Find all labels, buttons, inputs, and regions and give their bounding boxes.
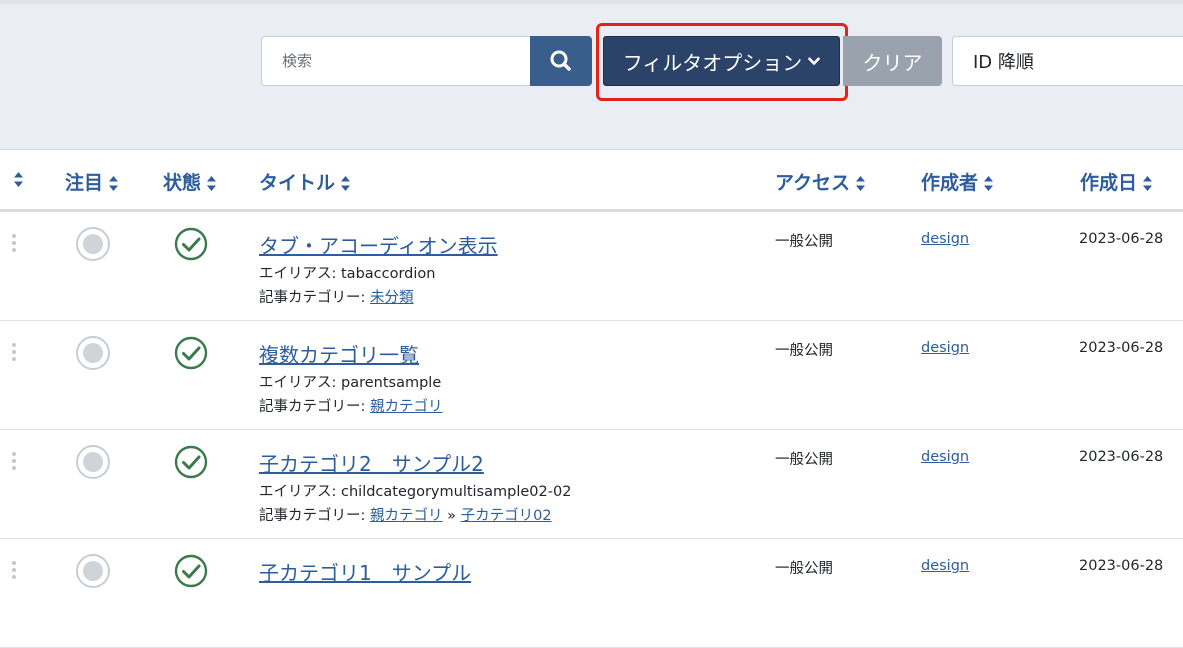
featured-toggle[interactable] — [76, 227, 110, 261]
filter-options-button[interactable]: フィルタオプション — [603, 36, 840, 86]
category-link[interactable]: 親カテゴリ — [370, 399, 443, 415]
published-check-icon — [174, 445, 208, 479]
created-header-label: 作成日 — [1080, 172, 1138, 194]
status-toggle[interactable] — [174, 445, 208, 483]
drag-handle-icon[interactable] — [12, 234, 16, 255]
created-date: 2023-06-28 — [1079, 231, 1164, 247]
table-row: 複数カテゴリ一覧 エイリアス: parentsample 記事カテゴリー: 親カ… — [0, 321, 1183, 430]
access-level: 一般公開 — [775, 234, 833, 250]
author-link[interactable]: design — [921, 558, 969, 574]
featured-header-label: 注目 — [65, 172, 104, 194]
article-alias: エイリアス: parentsample — [259, 371, 441, 392]
access-level: 一般公開 — [775, 561, 833, 577]
featured-toggle[interactable] — [76, 445, 110, 479]
access-column-header[interactable]: アクセス — [775, 168, 866, 195]
access-header-label: アクセス — [775, 172, 851, 194]
chevron-down-icon — [808, 55, 821, 70]
status-column-header[interactable]: 状態 — [163, 168, 217, 195]
filter-toolbar: フィルタオプション クリア ID 降順 — [0, 0, 1183, 150]
drag-handle-icon[interactable] — [12, 561, 16, 582]
created-date: 2023-06-28 — [1079, 558, 1164, 574]
sort-select[interactable]: ID 降順 — [952, 36, 1183, 86]
author-link[interactable]: design — [921, 340, 969, 356]
clear-button[interactable]: クリア — [843, 36, 942, 86]
article-title-link[interactable]: 子カテゴリ2 サンプル2 — [259, 448, 484, 477]
created-date: 2023-06-28 — [1079, 449, 1164, 465]
author-link[interactable]: design — [921, 231, 969, 247]
author-column-header[interactable]: 作成者 — [921, 168, 994, 195]
category-link[interactable]: 未分類 — [370, 290, 414, 306]
alias-value: childcategorymultisample02-02 — [341, 484, 572, 500]
article-title-link[interactable]: 複数カテゴリ一覧 — [259, 339, 419, 368]
sort-icon — [341, 176, 351, 191]
alias-prefix: エイリアス: — [259, 484, 341, 500]
search-input[interactable] — [261, 36, 531, 86]
status-header-label: 状態 — [163, 172, 202, 194]
alias-prefix: エイリアス: — [259, 375, 341, 391]
title-column-header[interactable]: タイトル — [259, 168, 351, 195]
category-prefix: 記事カテゴリー: — [259, 508, 370, 524]
sort-icon — [1143, 176, 1153, 191]
sort-icon — [984, 176, 994, 191]
article-title-link[interactable]: 子カテゴリ1 サンプル — [259, 557, 471, 586]
published-check-icon — [174, 554, 208, 588]
author-link[interactable]: design — [921, 449, 969, 465]
table-header: 注目 状態 タイトル アクセス 作成者 作成日 — [0, 150, 1183, 212]
sort-icon — [856, 176, 866, 191]
category-prefix: 記事カテゴリー: — [259, 399, 370, 415]
search-icon — [550, 50, 571, 71]
created-date: 2023-06-28 — [1079, 340, 1164, 356]
author-header-label: 作成者 — [921, 172, 979, 194]
clear-label: クリア — [862, 50, 923, 75]
alias-value: tabaccordion — [341, 266, 436, 282]
sort-icon — [207, 176, 217, 191]
sort-icon — [14, 172, 23, 187]
status-toggle[interactable] — [174, 554, 208, 592]
article-alias: エイリアス: tabaccordion — [259, 262, 435, 283]
table-row: 子カテゴリ1 サンプル 一般公開 design 2023-06-28 — [0, 539, 1183, 648]
search-button[interactable] — [530, 36, 592, 86]
sort-select-value: ID 降順 — [973, 52, 1034, 73]
ordering-column-header[interactable] — [8, 168, 24, 190]
featured-column-header[interactable]: 注目 — [65, 168, 119, 195]
status-toggle[interactable] — [174, 227, 208, 265]
published-check-icon — [174, 227, 208, 261]
published-check-icon — [174, 336, 208, 370]
category-separator: » — [442, 508, 461, 524]
subcategory-link[interactable]: 子カテゴリ02 — [461, 508, 552, 524]
table-row: 子カテゴリ2 サンプル2 エイリアス: childcategorymultisa… — [0, 430, 1183, 539]
category-link[interactable]: 親カテゴリ — [370, 508, 443, 524]
alias-value: parentsample — [341, 375, 442, 391]
alias-prefix: エイリアス: — [259, 266, 341, 282]
filter-options-label: フィルタオプション — [622, 50, 803, 75]
access-level: 一般公開 — [775, 452, 833, 468]
title-header-label: タイトル — [259, 172, 336, 194]
article-alias: エイリアス: childcategorymultisample02-02 — [259, 480, 571, 501]
featured-toggle[interactable] — [76, 336, 110, 370]
table-row: タブ・アコーディオン表示 エイリアス: tabaccordion 記事カテゴリー… — [0, 212, 1183, 321]
featured-toggle[interactable] — [76, 554, 110, 588]
sort-icon — [109, 176, 119, 191]
article-category: 記事カテゴリー: 親カテゴリ » 子カテゴリ02 — [259, 504, 552, 525]
access-level: 一般公開 — [775, 343, 833, 359]
article-category: 記事カテゴリー: 親カテゴリ — [259, 395, 443, 416]
created-column-header[interactable]: 作成日 — [1080, 168, 1153, 195]
category-prefix: 記事カテゴリー: — [259, 290, 370, 306]
article-title-link[interactable]: タブ・アコーディオン表示 — [259, 230, 498, 259]
drag-handle-icon[interactable] — [12, 343, 16, 364]
article-category: 記事カテゴリー: 未分類 — [259, 286, 414, 307]
drag-handle-icon[interactable] — [12, 452, 16, 473]
status-toggle[interactable] — [174, 336, 208, 374]
